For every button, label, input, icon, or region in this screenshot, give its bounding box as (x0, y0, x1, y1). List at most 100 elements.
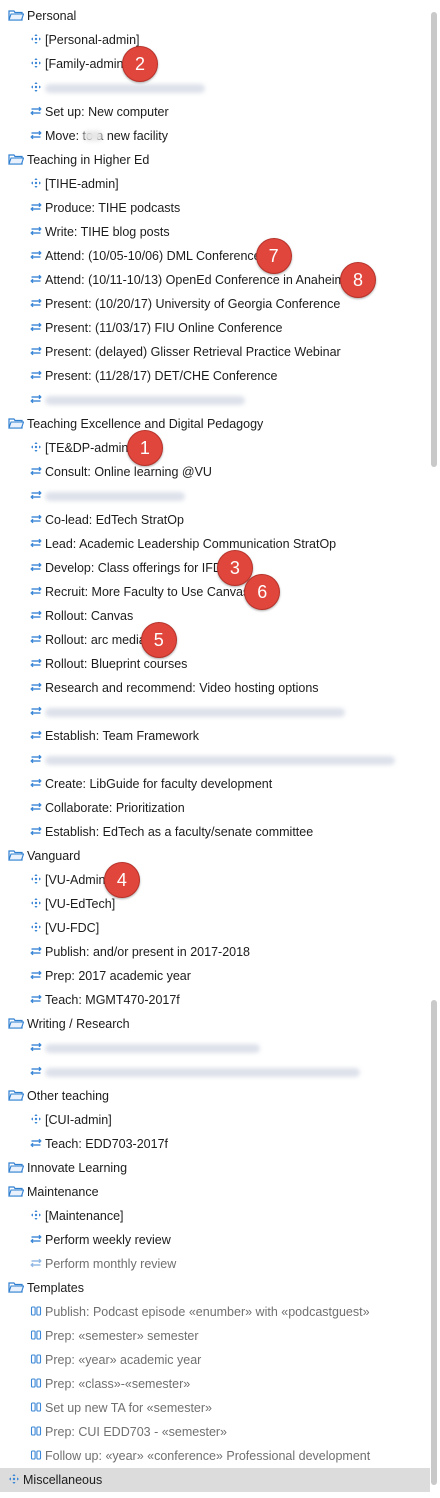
folder-icon (8, 1085, 25, 1109)
callout-badge-1: 1 (126, 430, 163, 466)
action-arrows-icon (30, 173, 42, 197)
redacted-row[interactable] (0, 76, 430, 100)
project-icon (30, 725, 42, 749)
item-row[interactable]: Present: (11/03/17) FIU Online Conferenc… (0, 316, 430, 340)
item-row[interactable]: Rollout: arc media (0, 628, 430, 652)
redacted-row[interactable] (0, 1036, 430, 1060)
item-row[interactable]: [CUI-admin] (0, 1108, 430, 1132)
item-row[interactable]: Collaborate: Prioritization (0, 796, 430, 820)
folder-icon (8, 149, 25, 173)
callout-badge-4: 4 (103, 862, 140, 898)
project-icon (30, 317, 42, 341)
redacted-row[interactable] (0, 388, 430, 412)
project-icon (30, 821, 42, 845)
bottom-scrollbar[interactable] (431, 1000, 437, 1485)
item-row[interactable]: Prep: «year» academic year (0, 1348, 430, 1372)
item-row[interactable]: Write: TIHE blog posts (0, 220, 430, 244)
item-label: Rollout: arc media (45, 633, 146, 647)
item-row[interactable]: Recruit: More Faculty to Use Canvas (0, 580, 430, 604)
item-label: Attend: (10/05-10/06) DML Conference (45, 249, 261, 263)
template-icon (30, 1421, 42, 1445)
item-row[interactable]: Perform weekly review (0, 1228, 430, 1252)
item-row[interactable]: Teach: MGMT470-2017f (0, 988, 430, 1012)
item-row[interactable]: [TIHE-admin] (0, 172, 430, 196)
item-row[interactable]: Establish: EdTech as a faculty/senate co… (0, 820, 430, 844)
item-row[interactable]: [VU-EdTech] (0, 892, 430, 916)
action-arrows-icon (30, 917, 42, 941)
item-row[interactable]: Prep: «class»-«semester» (0, 1372, 430, 1396)
top-scrollbar[interactable] (431, 12, 437, 467)
item-row[interactable]: Establish: Team Framework (0, 724, 430, 748)
project-icon (30, 701, 42, 725)
item-row[interactable]: [Maintenance] (0, 1204, 430, 1228)
action-arrows-icon (30, 893, 42, 917)
item-row[interactable]: Present: (11/28/17) DET/CHE Conference (0, 364, 430, 388)
item-label: Rollout: Canvas (45, 609, 134, 623)
project-icon-muted (30, 1253, 42, 1277)
item-row[interactable]: Publish: and/or present in 2017-2018 (0, 940, 430, 964)
item-label: Produce: TIHE podcasts (45, 201, 181, 215)
item-row[interactable]: Consult: Online learning @VU (0, 460, 430, 484)
redacted-row[interactable] (0, 700, 430, 724)
item-row[interactable]: Develop: Class offerings for IFD (0, 556, 430, 580)
folder-row[interactable]: Vanguard (0, 844, 430, 868)
redacted-row[interactable] (0, 484, 430, 508)
item-row[interactable]: Set up: New computer (0, 100, 430, 124)
redacted-text (45, 756, 395, 766)
item-row[interactable]: Teach: EDD703-2017f (0, 1132, 430, 1156)
folder-row[interactable]: Teaching in Higher Ed (0, 148, 430, 172)
item-label: Teach: MGMT470-2017f (45, 993, 180, 1007)
item-row[interactable]: Set up new TA for «semester» (0, 1396, 430, 1420)
item-label: [VU-EdTech] (45, 897, 116, 911)
redacted-row[interactable] (0, 1060, 430, 1084)
item-label: Consult: Online learning @VU (45, 465, 212, 479)
item-row[interactable]: Prep: «semester» semester (0, 1324, 430, 1348)
item-label: Teach: EDD703-2017f (45, 1137, 168, 1151)
project-icon (30, 965, 42, 989)
item-row[interactable]: Rollout: Canvas (0, 604, 430, 628)
folder-row[interactable]: Templates (0, 1276, 430, 1300)
folder-row[interactable]: Teaching Excellence and Digital Pedagogy (0, 412, 430, 436)
item-row[interactable]: Follow up: «year» «conference» Professio… (0, 1444, 430, 1468)
item-row[interactable]: Perform monthly review (0, 1252, 430, 1276)
selected-row[interactable]: Miscellaneous (0, 1468, 430, 1492)
item-row[interactable]: Prep: CUI EDD703 - «semester» (0, 1420, 430, 1444)
item-label: [Maintenance] (45, 1209, 124, 1223)
item-row[interactable]: Research and recommend: Video hosting op… (0, 676, 430, 700)
project-icon (30, 653, 42, 677)
item-row[interactable]: Present: (delayed) Glisser Retrieval Pra… (0, 340, 430, 364)
action-arrows-icon (30, 29, 42, 53)
item-row[interactable]: Co-lead: EdTech StratOp (0, 508, 430, 532)
item-row[interactable]: Move: to a new facility (0, 124, 430, 148)
folder-icon (8, 5, 25, 29)
project-icon (30, 797, 42, 821)
item-row[interactable]: Create: LibGuide for faculty development (0, 772, 430, 796)
folder-row[interactable]: Maintenance (0, 1180, 430, 1204)
item-row[interactable]: Publish: Podcast episode «enumber» with … (0, 1300, 430, 1324)
redacted-row[interactable] (0, 748, 430, 772)
folder-row[interactable]: Innovate Learning (0, 1156, 430, 1180)
redacted-text (45, 396, 245, 406)
callout-badge-6: 6 (244, 574, 281, 610)
item-row[interactable]: Prep: 2017 academic year (0, 964, 430, 988)
folder-row[interactable]: Writing / Research (0, 1012, 430, 1036)
item-row[interactable]: [VU-Admin] (0, 868, 430, 892)
folder-row[interactable]: Personal (0, 4, 430, 28)
item-row[interactable]: [VU-FDC] (0, 916, 430, 940)
redacted-text (45, 1068, 360, 1078)
item-row[interactable]: Rollout: Blueprint courses (0, 652, 430, 676)
folder-row[interactable]: Other teaching (0, 1084, 430, 1108)
project-icon (30, 221, 42, 245)
item-label: Lead: Academic Leadership Communication … (45, 537, 337, 551)
item-row[interactable]: Lead: Academic Leadership Communication … (0, 532, 430, 556)
folder-icon (8, 1157, 25, 1181)
item-row[interactable]: [Personal-admin] (0, 28, 430, 52)
action-arrows-icon (30, 77, 42, 101)
action-arrows-icon (30, 1205, 42, 1229)
action-arrows-icon (30, 869, 42, 893)
item-row[interactable]: [TE&DP-admin] (0, 436, 430, 460)
item-row[interactable]: [Family-admin] (0, 52, 430, 76)
item-label: Prep: 2017 academic year (45, 969, 191, 983)
item-row[interactable]: Produce: TIHE podcasts (0, 196, 430, 220)
project-icon (30, 941, 42, 965)
